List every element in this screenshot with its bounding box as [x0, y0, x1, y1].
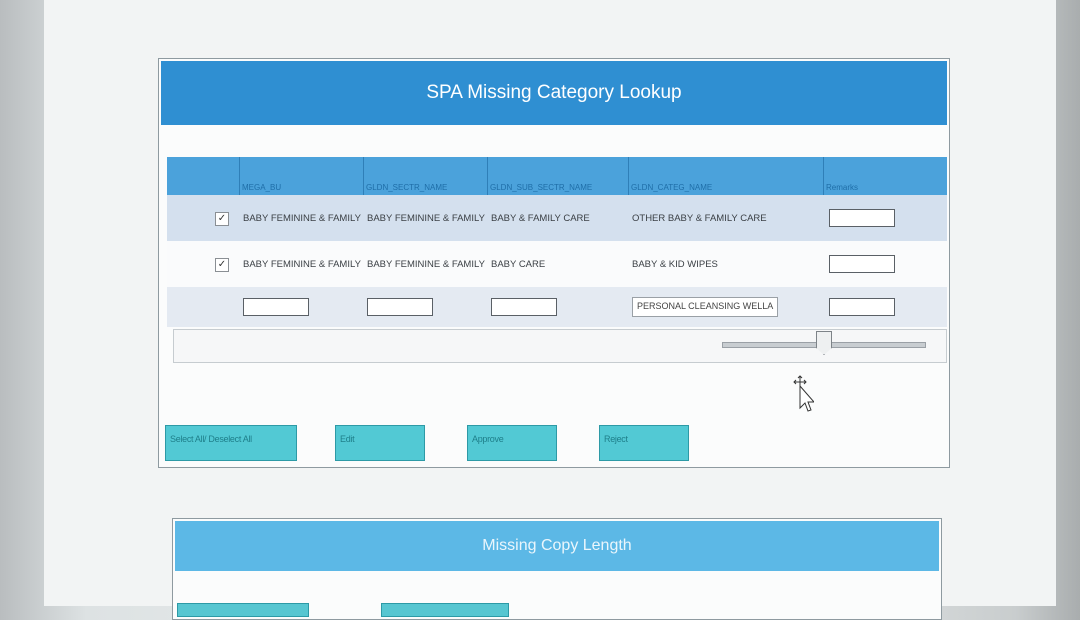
- panel-title: SPA Missing Category Lookup: [161, 61, 947, 125]
- remarks-input[interactable]: [829, 298, 895, 316]
- col-header-mega-bu[interactable]: MEGA_BU: [239, 157, 363, 195]
- slider-thumb[interactable]: [816, 331, 832, 355]
- cell-sectr-name: BABY FEMININE & FAMILY: [367, 258, 485, 270]
- table-row: ✓ BABY FEMININE & FAMILY BABY FEMININE &…: [167, 241, 947, 287]
- categ-name-input[interactable]: PERSONAL CLEANSING WELLA: [632, 297, 778, 317]
- select-all-button[interactable]: Select All/ Deselect All: [165, 425, 297, 461]
- missing-copy-length-panel: Missing Copy Length: [172, 518, 942, 620]
- move-cursor-icon: [793, 375, 814, 412]
- row-checkbox[interactable]: ✓: [215, 258, 229, 272]
- panel2-button-partial[interactable]: [177, 603, 309, 617]
- horizontal-scroll-area: [173, 329, 947, 363]
- cell-categ-name: BABY & KID WIPES: [632, 258, 718, 270]
- edit-cell-sectr-name: [363, 298, 487, 316]
- reject-button[interactable]: Reject: [599, 425, 689, 461]
- cell-sectr-name: BABY FEMININE & FAMILY: [367, 212, 485, 224]
- row-checkbox[interactable]: ✓: [215, 212, 229, 226]
- edit-cell-categ-name: PERSONAL CLEANSING WELLA: [628, 297, 823, 317]
- category-lookup-panel: SPA Missing Category Lookup MEGA_BU GLDN…: [158, 58, 950, 468]
- edit-row: PERSONAL CLEANSING WELLA: [167, 287, 947, 327]
- cell-sub-sectr-name: BABY CARE: [491, 258, 546, 270]
- col-header-gldn-sectr-name[interactable]: GLDN_SECTR_NAME: [363, 157, 487, 195]
- cell-mega-bu: BABY FEMININE & FAMILY: [243, 258, 361, 270]
- grid-header: MEGA_BU GLDN_SECTR_NAME GLDN_SUB_SECTR_N…: [167, 157, 947, 195]
- edit-cell-sub-sectr-name: [487, 298, 628, 316]
- edit-cell-mega-bu: [239, 298, 363, 316]
- cell-categ-name: OTHER BABY & FAMILY CARE: [632, 212, 767, 224]
- mega-bu-input[interactable]: [243, 298, 309, 316]
- col-header-remarks[interactable]: Remarks: [823, 157, 947, 195]
- panel2-title: Missing Copy Length: [175, 521, 939, 571]
- sectr-name-input[interactable]: [367, 298, 433, 316]
- approve-button[interactable]: Approve: [467, 425, 557, 461]
- col-header-gldn-categ-name[interactable]: GLDN_CATEG_NAME: [628, 157, 823, 195]
- lookup-grid: MEGA_BU GLDN_SECTR_NAME GLDN_SUB_SECTR_N…: [167, 157, 947, 327]
- cell-sub-sectr-name: BABY & FAMILY CARE: [491, 212, 590, 224]
- remarks-input[interactable]: [829, 255, 895, 273]
- sub-sectr-name-input[interactable]: [491, 298, 557, 316]
- edit-button[interactable]: Edit: [335, 425, 425, 461]
- table-row: ✓ BABY FEMININE & FAMILY BABY FEMININE &…: [167, 195, 947, 241]
- panel2-button-partial[interactable]: [381, 603, 509, 617]
- col-header-gldn-sub-sectr-name[interactable]: GLDN_SUB_SECTR_NAME: [487, 157, 628, 195]
- select-column-header: [167, 157, 239, 195]
- remarks-input[interactable]: [829, 209, 895, 227]
- cell-mega-bu: BABY FEMININE & FAMILY: [243, 212, 361, 224]
- cell-remarks: [823, 209, 947, 227]
- edit-cell-remarks: [823, 298, 947, 316]
- cell-remarks: [823, 255, 947, 273]
